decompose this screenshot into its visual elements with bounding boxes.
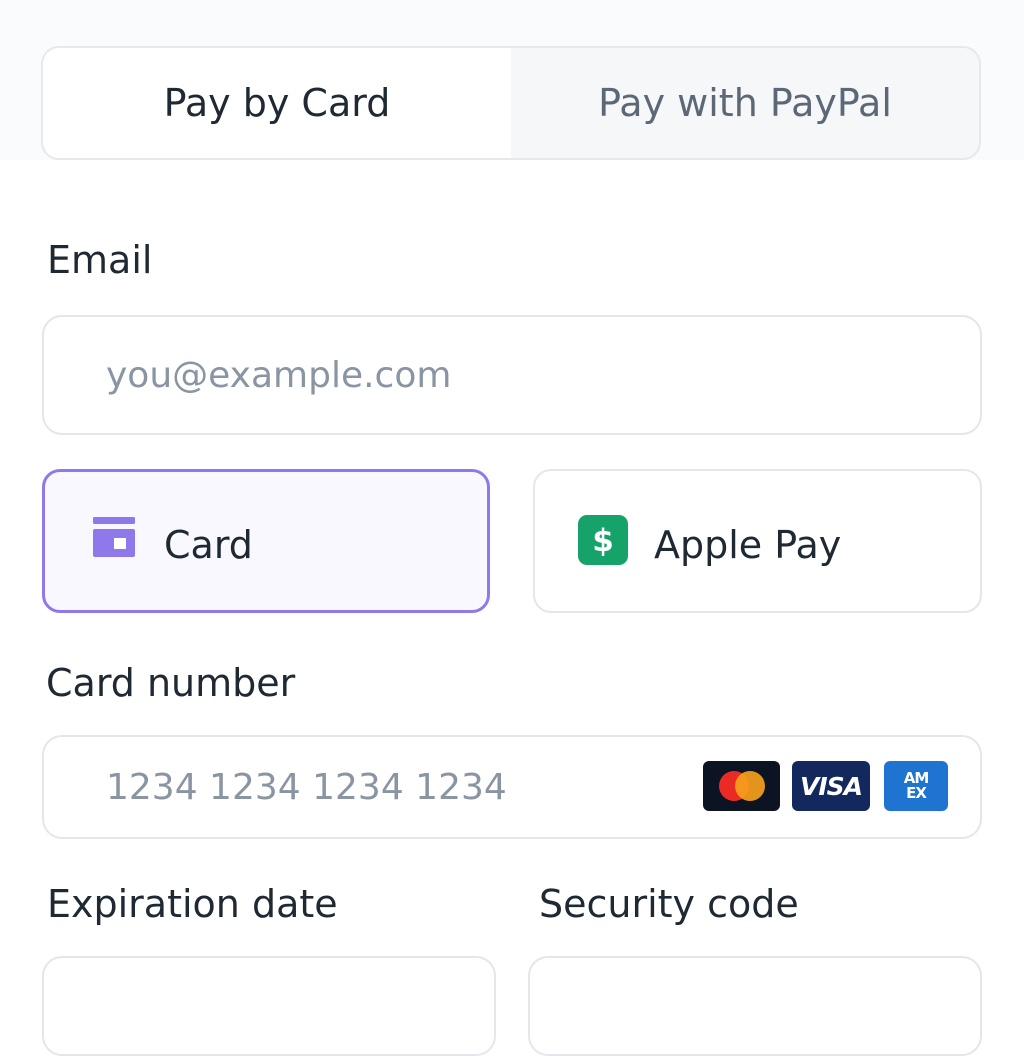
tab-pay-by-card[interactable]: Pay by Card bbox=[43, 48, 511, 158]
email-field[interactable] bbox=[106, 317, 666, 433]
amex-logo-text: AM EX bbox=[903, 769, 930, 802]
card-number-field[interactable] bbox=[106, 737, 666, 837]
svg-text:$: $ bbox=[592, 523, 614, 559]
security-code-label: Security code bbox=[539, 882, 799, 926]
email-label: Email bbox=[47, 238, 153, 282]
card-number-label: Card number bbox=[46, 661, 296, 705]
visa-logo: VISA bbox=[792, 761, 870, 811]
security-code-field-container bbox=[528, 956, 982, 1056]
mastercard-circles bbox=[718, 771, 765, 801]
tab-pay-with-paypal[interactable]: Pay with PayPal bbox=[511, 48, 979, 158]
payment-method-apple-pay[interactable]: $ Apple Pay bbox=[533, 469, 982, 613]
dollar-icon: $ bbox=[578, 515, 628, 565]
payment-method-card-label: Card bbox=[164, 523, 253, 567]
expiration-date-field-container bbox=[42, 956, 496, 1056]
email-field-container bbox=[42, 315, 982, 435]
payment-method-card[interactable]: Card bbox=[42, 469, 490, 613]
payment-tabs: Pay by Card Pay with PayPal bbox=[41, 46, 981, 160]
expiration-date-label: Expiration date bbox=[47, 882, 338, 926]
card-icon bbox=[93, 517, 135, 557]
expiration-date-field[interactable] bbox=[106, 958, 486, 1054]
payment-method-apple-pay-label: Apple Pay bbox=[654, 523, 842, 567]
visa-logo-text: VISA bbox=[799, 771, 863, 801]
mastercard-logo bbox=[703, 761, 780, 811]
security-code-field[interactable] bbox=[592, 958, 972, 1054]
amex-logo: AM EX bbox=[884, 761, 948, 811]
